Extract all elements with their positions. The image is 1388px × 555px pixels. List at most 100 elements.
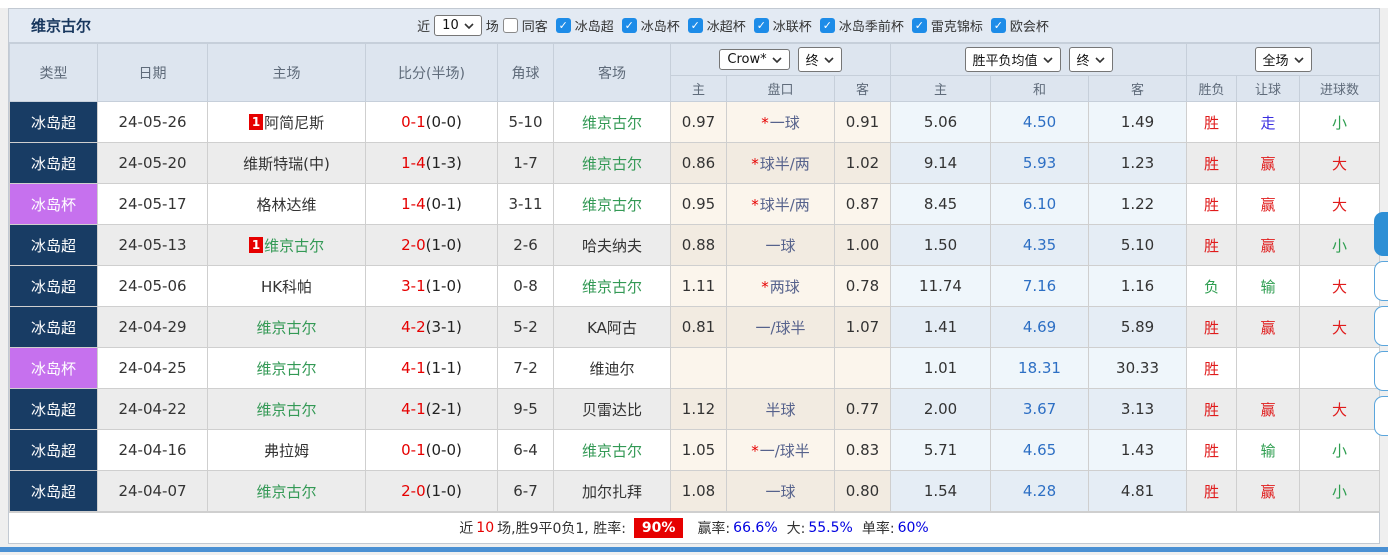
- col-corner: 角球: [497, 43, 554, 102]
- away-team-cell: 贝雷达比: [553, 388, 671, 430]
- away-team-name[interactable]: 维迪尔: [589, 360, 634, 378]
- col-home: 主场: [207, 43, 366, 102]
- home-team-cell: HK科帕: [207, 265, 366, 307]
- table-row: 冰岛杯 24-05-17 格林达维 1-4(0-1) 3-11 维京古尔 0.9…: [9, 183, 1381, 225]
- side-quick-button[interactable]: [1374, 351, 1388, 391]
- odds-home-cell: 1.05: [670, 429, 727, 471]
- single-rate-label: 单率:: [861, 521, 895, 537]
- away-team-name[interactable]: 维京古尔: [582, 278, 642, 296]
- handicap-cell: *一球: [726, 101, 835, 143]
- result-goals-cell: 大: [1299, 388, 1381, 430]
- side-quick-button[interactable]: [1374, 396, 1388, 436]
- home-team-name[interactable]: 维斯特瑞(中): [243, 155, 330, 173]
- home-team-name[interactable]: HK科帕: [261, 278, 312, 296]
- away-team-cell: 维京古尔: [553, 101, 671, 143]
- away-team-name[interactable]: 维京古尔: [582, 196, 642, 214]
- halftime-score: (1-3): [425, 154, 462, 172]
- handicap-text: 一球: [765, 236, 796, 255]
- match-date-cell: 24-04-16: [97, 429, 208, 471]
- odds-home-cell: 0.86: [670, 142, 727, 184]
- result-handicap-cell: 赢: [1236, 183, 1301, 225]
- home-team-name[interactable]: 维京古尔: [256, 360, 316, 378]
- filter-controls: 近 10 场 同客 ✓ 冰岛超 ✓ 冰岛杯 ✓ 冰超杯 ✓ 冰联杯 ✓ 冰岛季前…: [91, 15, 1379, 36]
- result-goals-cell: 大: [1299, 183, 1381, 225]
- result-handicap-cell: 输: [1236, 265, 1301, 307]
- league-type-cell: 冰岛超: [9, 306, 98, 348]
- home-team-name[interactable]: 弗拉姆: [264, 442, 309, 460]
- corner-cell: 5-2: [497, 306, 554, 348]
- result-handicap-cell: [1236, 347, 1301, 389]
- away-team-name[interactable]: KA阿古: [587, 319, 637, 337]
- avg-away-cell: 5.10: [1088, 224, 1188, 266]
- league-checkbox-6[interactable]: ✓: [990, 18, 1006, 33]
- over-rate-label: 大:: [786, 521, 806, 537]
- score-cell: 2-0(1-0): [365, 470, 498, 512]
- table-row: 冰岛超 24-04-07 维京古尔 2-0(1-0) 6-7 加尔扎拜 1.08…: [9, 470, 1381, 512]
- side-quick-button[interactable]: [1374, 306, 1388, 346]
- chevron-down-icon: [464, 22, 474, 29]
- home-team-name[interactable]: 维京古尔: [256, 483, 316, 501]
- away-team-name[interactable]: 贝雷达比: [582, 401, 642, 419]
- avg-time-select[interactable]: 终: [1068, 47, 1113, 72]
- chevron-down-icon: [1042, 56, 1053, 63]
- league-checkbox-3[interactable]: ✓: [753, 18, 769, 33]
- league-type-cell: 冰岛超: [9, 265, 98, 307]
- single-rate-value: 60%: [897, 520, 929, 536]
- away-team-cell: KA阿古: [553, 306, 671, 348]
- home-team-name[interactable]: 维京古尔: [264, 237, 324, 255]
- league-type-cell: 冰岛超: [9, 470, 98, 512]
- home-team-cell: 维京古尔: [207, 306, 366, 348]
- match-date-cell: 24-05-17: [97, 183, 208, 225]
- league-checkbox-1[interactable]: ✓: [621, 18, 637, 33]
- result-wdl-cell: 胜: [1186, 142, 1238, 184]
- handicap-cell: 一/球半: [726, 306, 835, 348]
- avg-home-cell: 1.01: [890, 347, 992, 389]
- avg-draw-cell: 4.35: [990, 224, 1090, 266]
- recent-count-select[interactable]: 10: [434, 15, 482, 36]
- league-checkbox-5[interactable]: ✓: [911, 18, 927, 33]
- league-checkbox-2[interactable]: ✓: [687, 18, 703, 33]
- away-team-name[interactable]: 哈夫纳夫: [582, 237, 642, 255]
- match-date-cell: 24-04-07: [97, 470, 208, 512]
- title-bar: 维京古尔 近 10 场 同客 ✓ 冰岛超 ✓ 冰岛杯 ✓ 冰超杯 ✓ 冰联杯 ✓: [9, 9, 1379, 43]
- fulltime-score: 2-0: [401, 236, 426, 254]
- home-team-name[interactable]: 阿简尼斯: [264, 114, 324, 132]
- home-team-name[interactable]: 维京古尔: [256, 401, 316, 419]
- away-team-name[interactable]: 加尔扎拜: [582, 483, 642, 501]
- away-team-name[interactable]: 维京古尔: [582, 114, 642, 132]
- league-checkbox-0[interactable]: ✓: [555, 18, 571, 33]
- handicap-text: 一球: [769, 113, 800, 132]
- avg-draw-cell: 6.10: [990, 183, 1090, 225]
- handicap-cell: 半球: [726, 388, 835, 430]
- away-team-cell: 维京古尔: [553, 429, 671, 471]
- avg-away-cell: 1.22: [1088, 183, 1188, 225]
- away-team-name[interactable]: 维京古尔: [582, 155, 642, 173]
- same-away-label: 同客: [521, 20, 548, 35]
- same-away-checkbox[interactable]: [502, 18, 518, 33]
- side-quick-button-active[interactable]: [1374, 212, 1388, 256]
- side-quick-buttons: [1374, 212, 1388, 436]
- result-goals-cell: 小: [1299, 470, 1381, 512]
- away-team-name[interactable]: 维京古尔: [582, 442, 642, 460]
- handicap-star: *: [761, 277, 769, 296]
- scope-select[interactable]: 全场: [1254, 47, 1312, 72]
- league-checkbox-4[interactable]: ✓: [819, 18, 835, 33]
- home-team-name[interactable]: 格林达维: [256, 196, 316, 214]
- home-team-name[interactable]: 维京古尔: [256, 319, 316, 337]
- avg-odds-select[interactable]: 胜平负均值: [964, 47, 1061, 72]
- odds-time-select[interactable]: 终: [797, 47, 842, 72]
- odds-company-select[interactable]: Crow*: [719, 49, 790, 70]
- col-avg-away: 客: [1088, 75, 1188, 102]
- recent-prefix-label: 近: [417, 20, 431, 35]
- avg-home-cell: 5.71: [890, 429, 992, 471]
- score-cell: 2-0(1-0): [365, 224, 498, 266]
- chevron-down-icon: [1293, 56, 1304, 63]
- side-quick-button[interactable]: [1374, 261, 1388, 301]
- score-cell: 4-1(2-1): [365, 388, 498, 430]
- avg-away-cell: 5.89: [1088, 306, 1188, 348]
- handicap-text: 一球: [765, 482, 796, 501]
- halftime-score: (1-0): [425, 482, 462, 500]
- col-odds-home: 主: [670, 75, 727, 102]
- odds-away-cell: 1.07: [833, 306, 892, 348]
- halftime-score: (0-1): [425, 195, 462, 213]
